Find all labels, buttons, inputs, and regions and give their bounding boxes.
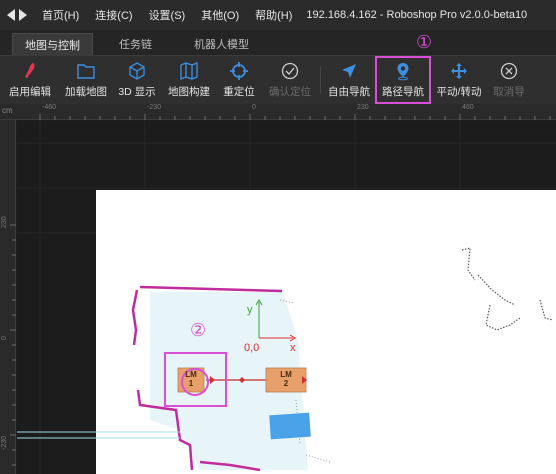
annotation-marker-1: ① [416, 32, 433, 53]
folder-icon [77, 64, 95, 79]
ruler-tick-label: -230 [147, 104, 162, 111]
tab-bar: 地图与控制 任务链 机器人模型 [0, 30, 556, 56]
confirm-location-button[interactable]: 确认定位 [262, 56, 318, 104]
menubar: 首页(H) 连接(C) 设置(S) 其他(O) 帮助(H) 192.168.4.… [0, 0, 556, 30]
move-icon [451, 63, 467, 79]
map-build-button[interactable]: 地图构建 [162, 56, 216, 104]
check-circle-icon [281, 62, 299, 80]
map-pin-icon [397, 63, 409, 81]
crosshair-icon [230, 62, 248, 80]
toolbar-divider [320, 66, 321, 94]
ruler-tick-label: -230 [1, 435, 8, 450]
landmark-2-label-bottom: 2 [283, 379, 289, 388]
enable-edit-button[interactable]: 启用编辑 [0, 56, 60, 104]
ruler-horizontal: cm -460 -230 0 230 460 [0, 104, 556, 120]
ruler-vertical: 230 0 -230 [0, 120, 16, 474]
navigate-arrow-icon [342, 64, 356, 78]
pen-icon [25, 63, 35, 78]
landmark-2[interactable]: LM 2 [266, 368, 306, 392]
3d-display-button[interactable]: 3D 显示 [112, 56, 162, 104]
ruler-tick-label: 0 [1, 336, 8, 340]
map-background [96, 190, 556, 474]
tab-robot-model[interactable]: 机器人模型 [182, 33, 261, 55]
tab-map-control[interactable]: 地图与控制 [12, 33, 93, 55]
free-navigation-button[interactable]: 自由导航 [323, 56, 375, 104]
map-icon [180, 62, 198, 80]
landmark-1[interactable]: LM 1 [178, 368, 204, 392]
y-axis-label: y [247, 304, 253, 316]
ruler-tick-label: 0 [252, 104, 256, 111]
relocate-button[interactable]: 重定位 [216, 56, 262, 104]
annotation-marker-2: ② [190, 320, 207, 341]
cube-icon [129, 62, 145, 80]
toolbar: 启用编辑 加载地图 3D 显示 地图构建 重定位 确认定位 自由导航 路径导航 … [0, 56, 556, 104]
menu-home[interactable]: 首页(H) [34, 7, 87, 23]
window-title: 192.168.4.162 - Roboshop Pro v2.0.0-beta… [306, 9, 528, 21]
landmark-1-label-bottom: 1 [188, 379, 194, 388]
ruler-tick-label: -460 [42, 104, 57, 111]
landmark-2-label-top: LM [280, 370, 292, 379]
load-map-button[interactable]: 加载地图 [60, 56, 112, 104]
menu-help[interactable]: 帮助(H) [247, 7, 300, 23]
ruler-tick-label: 230 [1, 216, 8, 228]
ruler-tick-label: 230 [357, 104, 369, 111]
cancel-navigation-button[interactable]: 取消导 [487, 56, 531, 104]
path-navigation-button[interactable]: 路径导航 [375, 56, 431, 104]
translate-rotate-button[interactable]: 平动/转动 [431, 56, 487, 104]
menu-settings[interactable]: 设置(S) [141, 7, 194, 23]
origin-label: 0,0 [244, 342, 260, 354]
close-circle-icon [500, 62, 518, 80]
app-logo-icon [0, 9, 34, 21]
menu-other[interactable]: 其他(O) [193, 7, 247, 23]
ruler-unit-label: cm [2, 106, 13, 115]
tab-task-chain[interactable]: 任务链 [107, 33, 164, 55]
ruler-tick-label: 460 [462, 104, 474, 111]
landmark-1-label-top: LM [185, 370, 197, 379]
menu-connect[interactable]: 连接(C) [87, 7, 140, 23]
x-axis-label: x [290, 342, 296, 354]
